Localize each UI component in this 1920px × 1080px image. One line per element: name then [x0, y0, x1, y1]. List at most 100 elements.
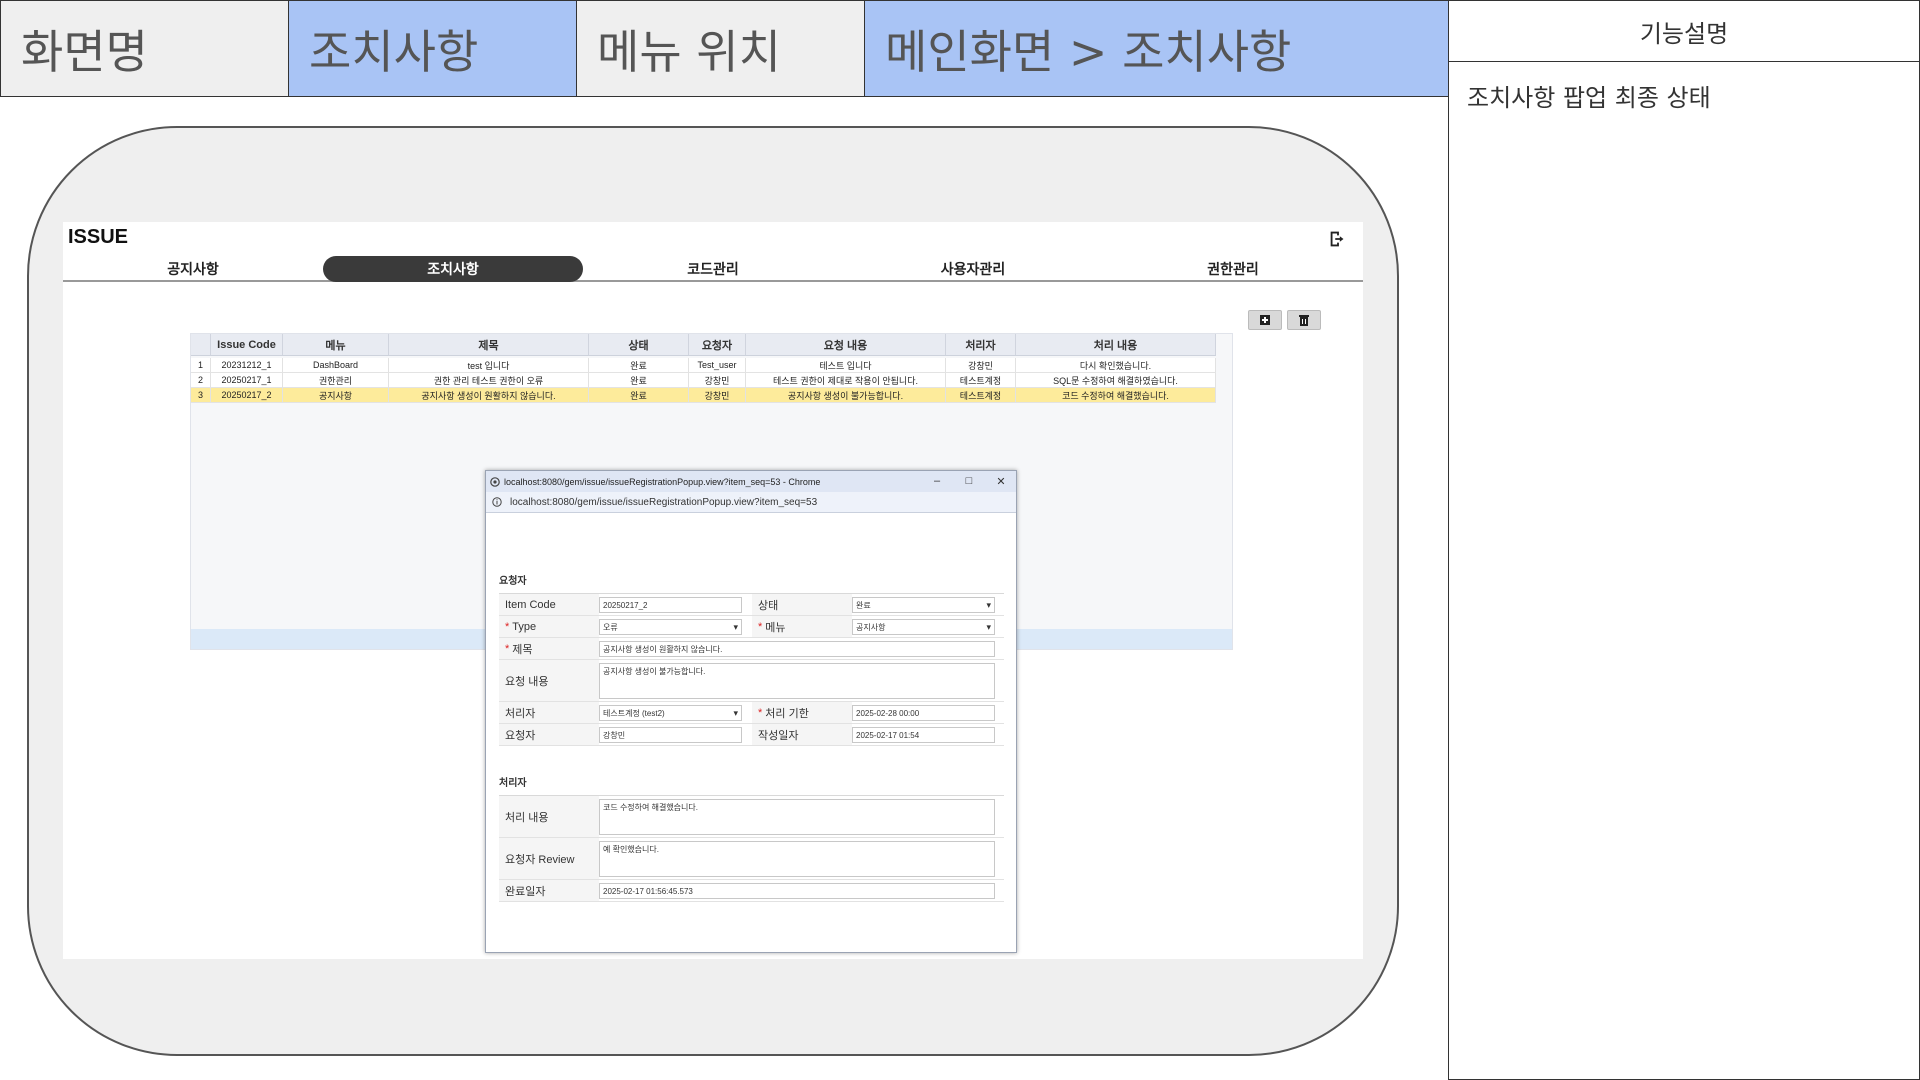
completed-label: 완료일자: [499, 880, 599, 901]
title-label: * 제목: [499, 638, 599, 659]
maximize-icon[interactable]: □: [962, 474, 976, 488]
status-label: 상태: [752, 594, 852, 615]
deadline-label-text: 처리 기한: [765, 707, 809, 720]
table-cell: 강창민: [946, 358, 1016, 372]
add-button[interactable]: [1248, 310, 1282, 330]
requester-form: Item Code 20250217_2 상태 완료 *Type 오류 *메뉴 …: [499, 593, 1004, 746]
delete-button[interactable]: [1287, 310, 1321, 330]
title-label-text: 제목: [512, 643, 533, 656]
logout-icon[interactable]: [1327, 228, 1349, 250]
process-content-field[interactable]: 코드 수정하여 해결했습니다.: [599, 799, 995, 835]
table-cell: 완료: [589, 388, 689, 402]
menu-label-text: 메뉴: [765, 621, 786, 634]
type-select[interactable]: 오류: [599, 619, 742, 635]
item-code-field[interactable]: 20250217_2: [599, 597, 742, 613]
required-mark: *: [758, 706, 763, 719]
grid-column-header[interactable]: [191, 334, 211, 355]
table-cell: 강창민: [689, 373, 746, 387]
table-cell: 테스트 권한이 제대로 작용이 안됩니다.: [746, 373, 946, 387]
description-text: 조치사항 팝업 최종 상태: [1467, 84, 1711, 112]
grid-column-header[interactable]: 처리 내용: [1016, 334, 1216, 355]
review-field[interactable]: 예 확인했습니다.: [599, 841, 995, 877]
grid-header: Issue Code 메뉴 제목 상태 요청자 요청 내용 처리자 처리 내용: [191, 334, 1216, 356]
table-row[interactable]: 2 20250217_1 권한관리 권한 관리 테스트 권한이 오류 완료 강창민 테스트 …: [191, 373, 1216, 388]
grid-column-header[interactable]: 메뉴: [283, 334, 389, 355]
grid-column-header[interactable]: Issue Code: [211, 334, 283, 355]
popup-window-title: localhost:8080/gem/issue/issueRegistrati…: [504, 476, 821, 487]
created-field[interactable]: 2025-02-17 01:54: [852, 727, 995, 743]
grid-column-header[interactable]: 처리자: [946, 334, 1016, 355]
close-icon[interactable]: ✕: [994, 474, 1008, 488]
menu-position-label: 메뉴 위치: [576, 0, 865, 97]
handler-label: 처리자: [499, 702, 599, 723]
menu-position-value: 메인화면 > 조치사항: [864, 0, 1449, 97]
table-cell: 20250217_1: [211, 373, 283, 387]
tab-code-management[interactable]: 코드관리: [583, 256, 843, 282]
table-cell: SQL문 수정하여 해결하였습니다.: [1016, 373, 1216, 387]
table-cell: 완료: [589, 373, 689, 387]
table-cell: 20231212_1: [211, 358, 283, 372]
screen-name-value: 조치사항: [288, 0, 577, 97]
grid-column-header[interactable]: 요청자: [689, 334, 746, 355]
main-tabs: 공지사항 조치사항 코드관리 사용자관리 권한관리: [63, 256, 1363, 282]
item-code-label: Item Code: [499, 594, 599, 615]
table-cell: 권한관리: [283, 373, 389, 387]
trash-icon: [1299, 314, 1309, 326]
requester-field[interactable]: 강창민: [599, 727, 742, 743]
request-content-label: 요청 내용: [499, 660, 599, 701]
type-label: * Type: [499, 616, 599, 637]
required-mark: *: [758, 620, 763, 633]
table-cell: 공지사항 생성이 원활하지 않습니다.: [389, 388, 589, 402]
tab-actions[interactable]: 조치사항: [323, 256, 583, 282]
grid-column-header[interactable]: 제목: [389, 334, 589, 355]
tab-permission-management[interactable]: 권한관리: [1103, 256, 1363, 282]
table-cell: 공지사항 생성이 불가능합니다.: [746, 388, 946, 402]
add-icon: [1260, 315, 1270, 325]
handler-form: 처리 내용 코드 수정하여 해결했습니다. 요청자 Review 예 확인했습니…: [499, 795, 1004, 902]
table-cell: 권한 관리 테스트 권한이 오류: [389, 373, 589, 387]
minimize-icon[interactable]: –: [930, 474, 944, 488]
requester-label: 요청자: [499, 724, 599, 745]
deadline-field[interactable]: 2025-02-28 00:00: [852, 705, 995, 721]
chrome-icon: [490, 476, 500, 487]
grid-column-header[interactable]: 상태: [589, 334, 689, 355]
table-cell: 테스트계정: [946, 388, 1016, 402]
table-cell: 1: [191, 358, 211, 372]
status-select[interactable]: 완료: [852, 597, 995, 613]
table-cell: 완료: [589, 358, 689, 372]
request-content-field[interactable]: 공지사항 생성이 불가능합니다.: [599, 663, 995, 699]
completed-field[interactable]: 2025-02-17 01:56:45.573: [599, 883, 995, 899]
menu-select[interactable]: 공지사항: [852, 619, 995, 635]
required-mark: *: [505, 620, 510, 633]
deadline-label: * 처리 기한: [752, 702, 852, 723]
table-cell: 테스트 입니다: [746, 358, 946, 372]
table-cell: 코드 수정하여 해결했습니다.: [1016, 388, 1216, 402]
menu-label: * 메뉴: [752, 616, 852, 637]
tab-notice[interactable]: 공지사항: [63, 256, 323, 282]
required-mark: *: [505, 642, 510, 655]
grid-column-header[interactable]: 요청 내용: [746, 334, 946, 355]
process-content-label: 처리 내용: [499, 796, 599, 837]
screen-name-label: 화면명: [0, 0, 289, 97]
popup-address-bar[interactable]: localhost:8080/gem/issue/issueRegistrati…: [486, 492, 1016, 513]
handler-select[interactable]: 테스트계정 (test2): [599, 705, 742, 721]
table-cell: 공지사항: [283, 388, 389, 402]
created-label: 작성일자: [752, 724, 852, 745]
app-title: ISSUE: [68, 226, 129, 248]
table-row[interactable]: 3 20250217_2 공지사항 공지사항 생성이 원활하지 않습니다. 완료 강창민 공…: [191, 388, 1216, 403]
table-row[interactable]: 1 20231212_1 DashBoard test 입니다 완료 Test_user 테…: [191, 358, 1216, 373]
issue-registration-popup: localhost:8080/gem/issue/issueRegistrati…: [485, 470, 1017, 953]
table-cell: Test_user: [689, 358, 746, 372]
table-cell: test 입니다: [389, 358, 589, 372]
title-field[interactable]: 공지사항 생성이 원활하지 않습니다.: [599, 641, 995, 657]
requester-section-title: 요청자: [499, 576, 527, 587]
type-label-text: Type: [512, 620, 537, 633]
description-title: 기능설명: [1449, 1, 1919, 62]
table-cell: DashBoard: [283, 358, 389, 372]
popup-address: localhost:8080/gem/issue/issueRegistrati…: [510, 496, 818, 508]
popup-titlebar: localhost:8080/gem/issue/issueRegistrati…: [486, 471, 1016, 492]
table-cell: 테스트계정: [946, 373, 1016, 387]
info-icon: [492, 497, 502, 507]
tab-user-management[interactable]: 사용자관리: [843, 256, 1103, 282]
table-cell: 2: [191, 373, 211, 387]
